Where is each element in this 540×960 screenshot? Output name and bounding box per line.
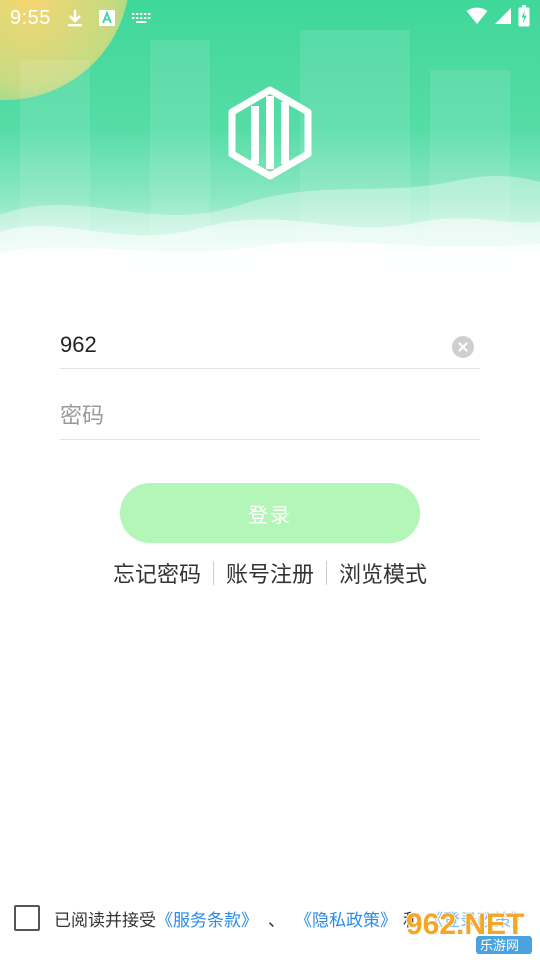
status-time: 9:55	[10, 6, 51, 29]
watermark-sub-text: 乐游网	[480, 939, 519, 954]
password-input[interactable]	[60, 398, 440, 434]
auth-links: 忘记密码 账号注册 浏览模式	[0, 556, 540, 590]
header-banner	[0, 0, 540, 285]
username-input[interactable]	[60, 327, 440, 363]
wifi-icon	[466, 7, 488, 29]
username-field-row	[60, 319, 480, 369]
password-field-row	[60, 390, 480, 440]
building-hexagon-icon	[228, 86, 312, 180]
agreement-text: 已阅读并接受	[54, 910, 156, 931]
clear-input-icon[interactable]	[452, 336, 474, 358]
status-bar: 9:55	[0, 0, 540, 36]
agreement-checkbox[interactable]	[14, 905, 40, 931]
keyboard-icon	[131, 11, 151, 25]
battery-charging-icon	[518, 5, 530, 31]
terms-of-service-link[interactable]: 《服务条款》	[156, 906, 258, 931]
agreement-separator: 、	[268, 910, 285, 931]
site-watermark-logo: 962.NET 乐游网	[405, 907, 532, 954]
login-button[interactable]: 登录	[120, 483, 420, 543]
register-account-link[interactable]: 账号注册	[214, 557, 326, 589]
privacy-policy-link[interactable]: 《隐私政策》	[295, 906, 397, 931]
keyboard-a-icon	[98, 10, 115, 26]
forgot-password-link[interactable]: 忘记密码	[101, 557, 213, 589]
browse-mode-link[interactable]: 浏览模式	[327, 557, 439, 589]
download-icon	[67, 9, 83, 27]
cell-signal-icon	[494, 7, 512, 29]
